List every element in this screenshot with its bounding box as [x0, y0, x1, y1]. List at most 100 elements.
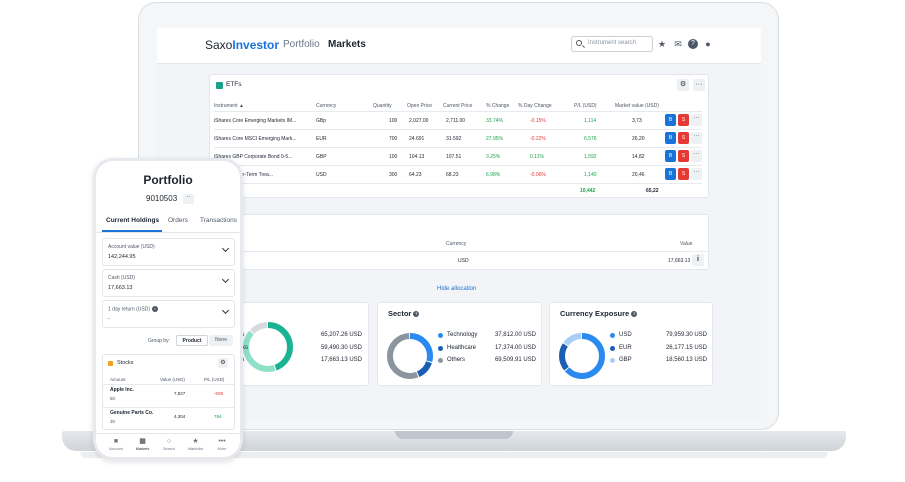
- nav-markets[interactable]: Markets: [328, 39, 366, 50]
- nav-portfolio[interactable]: Portfolio: [283, 39, 320, 50]
- account-value-box[interactable]: Account value (USD) 142,244.95: [102, 238, 235, 266]
- info-icon[interactable]: ?: [413, 311, 420, 318]
- col-open-price[interactable]: Open Price: [407, 103, 432, 109]
- legend-dot: [438, 333, 443, 338]
- table-row[interactable]: iShares Core Emerging Markets IM... GBp 10…: [214, 111, 702, 128]
- group-by-product[interactable]: Product: [176, 335, 208, 346]
- etf-badge-icon: [216, 82, 223, 89]
- row-more-button[interactable]: ···: [691, 114, 702, 126]
- bottom-nav-label: Account: [109, 447, 123, 451]
- top-bar: SaxoInvestor Portfolio Markets Instrumen…: [157, 28, 761, 64]
- help-icon[interactable]: ?: [688, 39, 698, 49]
- bottom-nav-markets[interactable]: ▦ Markets: [131, 438, 155, 451]
- gear-icon: ⚙: [220, 360, 226, 366]
- legend-label: Technology: [447, 332, 478, 338]
- day-return-label-text: 1 day return (USD): [108, 306, 150, 313]
- account-menu-button[interactable]: ··: [183, 194, 194, 204]
- group-by-none[interactable]: None: [209, 335, 233, 346]
- star-icon[interactable]: ★: [657, 39, 667, 49]
- info-button[interactable]: i: [692, 254, 704, 266]
- legend-dot: [610, 345, 615, 351]
- legend-value: 37,812.00 USD: [494, 332, 536, 338]
- user-icon[interactable]: ●: [703, 39, 713, 49]
- bottom-nav-account[interactable]: ■ Account: [104, 438, 128, 451]
- chevron-down-icon: [221, 244, 230, 253]
- stock-amount: 50: [110, 396, 116, 401]
- col-current-price[interactable]: Current Price: [443, 103, 472, 109]
- stock-name[interactable]: Genuine Parts Co.: [110, 410, 153, 416]
- chevron-down-icon: [221, 306, 230, 315]
- allocation-card-currency: Currency Exposure? USD 79,959.30 USD EUR 26…: [549, 302, 713, 386]
- col-day-change[interactable]: % Day Change: [518, 103, 552, 109]
- currency-cell: GBp: [316, 118, 327, 124]
- row-more-button[interactable]: ···: [691, 132, 702, 144]
- gear-icon: ⚙: [679, 81, 687, 88]
- cash-value: 17,663.13: [668, 258, 691, 264]
- table-row[interactable]: ...ntermediate-Term Trea... USD 300 64.23 68…: [214, 165, 702, 182]
- sell-button[interactable]: S: [678, 132, 689, 144]
- buy-button[interactable]: B: [665, 132, 676, 144]
- change-cell: 27.95%: [486, 136, 503, 142]
- legend-dot: [438, 345, 443, 351]
- card-more-button[interactable]: ···: [693, 79, 705, 91]
- col-pl[interactable]: P/L (USD): [574, 103, 597, 109]
- bottom-nav-search[interactable]: ○ Search: [157, 438, 181, 451]
- etfs-title: ETFs: [226, 81, 242, 88]
- sector-donut: [387, 333, 433, 379]
- row-more-button[interactable]: ···: [691, 150, 702, 162]
- bottom-nav-more[interactable]: ••• More: [210, 438, 234, 451]
- tab-current-holdings[interactable]: Current Holdings: [106, 217, 159, 224]
- stock-pl: -608: [214, 391, 224, 396]
- settings-button[interactable]: ⚙: [677, 79, 689, 91]
- legend-value: 65,207.26 USD: [320, 332, 362, 338]
- instrument-cell: iShares Core Emerging Markets IM...: [214, 118, 297, 124]
- bottom-nav-watchlist[interactable]: ★ Watchlist: [184, 438, 208, 451]
- search-icon: ○: [166, 438, 172, 445]
- tab-transactions[interactable]: Transactions: [200, 217, 237, 224]
- stock-amount: 30: [110, 419, 116, 424]
- col-instrument[interactable]: Instrument ▲: [214, 103, 244, 109]
- col-quantity[interactable]: Quantity: [373, 103, 392, 109]
- sector-title: Sector?: [388, 309, 420, 318]
- legend-label: Others: [447, 357, 466, 363]
- table-row[interactable]: iShares Core MSCI Emerging Mark... EUR 700…: [214, 129, 702, 146]
- col-market-value[interactable]: Market value (USD): [615, 103, 659, 109]
- buy-button[interactable]: B: [665, 114, 676, 126]
- day-return-box[interactable]: 1 day return (USD) i -: [102, 300, 235, 328]
- open-price-cell: 104.13: [409, 154, 425, 160]
- bottom-nav-label: Watchlist: [187, 447, 204, 451]
- logo[interactable]: SaxoInvestor: [205, 38, 279, 52]
- stocks-settings-button[interactable]: ⚙: [218, 358, 228, 368]
- sell-button[interactable]: S: [678, 150, 689, 162]
- list-divider: [102, 384, 235, 385]
- stock-name[interactable]: Apple Inc.: [110, 387, 134, 393]
- info-icon[interactable]: ?: [631, 311, 638, 318]
- change-cell: 3.25%: [486, 154, 501, 160]
- cash-box[interactable]: Cash (USD) 17,663.13: [102, 269, 235, 297]
- buy-button[interactable]: B: [665, 150, 676, 162]
- info-icon[interactable]: i: [151, 306, 158, 312]
- pl-cell: 1,114: [584, 118, 597, 124]
- legend-label: EUR: [619, 344, 632, 351]
- bottom-nav-label: Search: [162, 447, 176, 451]
- cash-label: Cash (USD): [108, 275, 135, 281]
- pl-cell: 6,576: [584, 136, 597, 142]
- phone: Portfolio 9010503 ·· Current Holdings Or…: [93, 158, 243, 460]
- col-currency[interactable]: Currency: [316, 103, 336, 109]
- day-return-value: -: [108, 316, 110, 322]
- legend-label: Healthcare: [447, 344, 477, 351]
- group-by-label: Group by:: [148, 338, 170, 344]
- market-value-cell: 26,20: [632, 136, 645, 142]
- sell-button[interactable]: S: [678, 168, 689, 180]
- row-more-button[interactable]: ···: [691, 168, 702, 180]
- list-col-pl: P/L (USD): [204, 377, 225, 382]
- mail-icon[interactable]: ✉: [673, 39, 683, 49]
- legend-value: 69,509.91 USD: [494, 357, 536, 363]
- sell-button[interactable]: S: [678, 114, 689, 126]
- buy-button[interactable]: B: [665, 168, 676, 180]
- col-change[interactable]: % Change: [486, 103, 509, 109]
- search-input[interactable]: Instrument search: [571, 36, 653, 52]
- hide-allocation-link[interactable]: Hide allocation: [437, 286, 476, 292]
- tab-orders[interactable]: Orders: [168, 217, 188, 224]
- table-row[interactable]: iShares GBP Corporate Bond 0-5... GBP 100 1…: [214, 147, 702, 164]
